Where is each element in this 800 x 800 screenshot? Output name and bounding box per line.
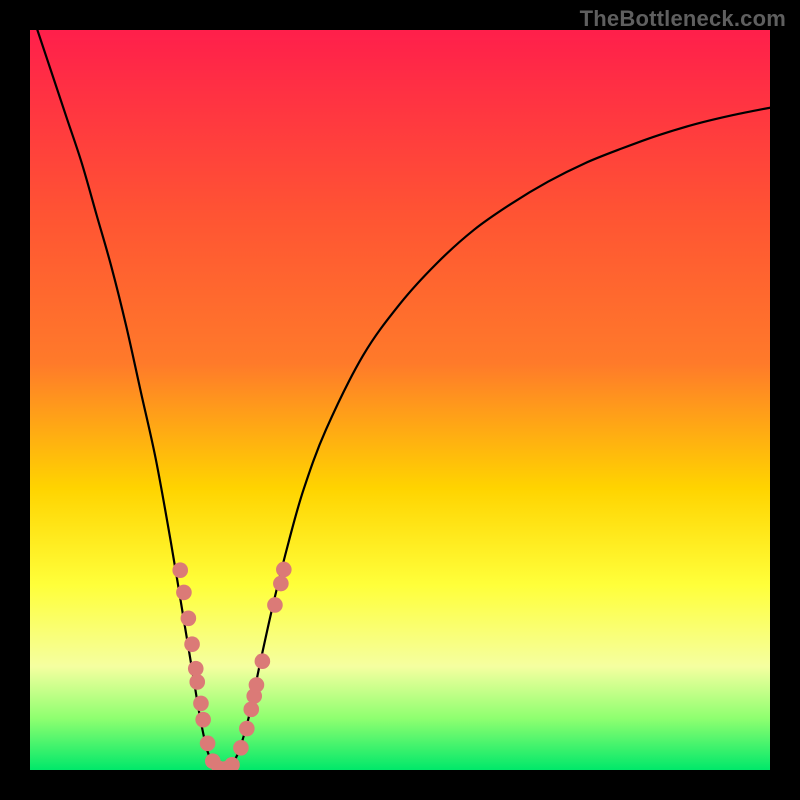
plot-area xyxy=(30,30,770,770)
marker-dot xyxy=(184,636,200,652)
marker-dot xyxy=(249,677,265,693)
marker-dot xyxy=(193,696,209,712)
marker-dot xyxy=(189,674,205,690)
chart-frame: TheBottleneck.com xyxy=(0,0,800,800)
marker-dot xyxy=(233,740,249,756)
gradient-bg xyxy=(30,30,770,770)
bottleneck-chart xyxy=(30,30,770,770)
marker-dot xyxy=(267,597,283,613)
marker-dot xyxy=(188,661,204,677)
marker-dot xyxy=(255,653,271,669)
marker-dot xyxy=(195,712,211,728)
marker-dot xyxy=(176,585,192,601)
marker-dot xyxy=(243,702,259,718)
watermark-text: TheBottleneck.com xyxy=(580,6,786,32)
marker-dot xyxy=(273,576,289,592)
marker-dot xyxy=(239,721,255,737)
marker-dot xyxy=(181,611,197,627)
marker-dot xyxy=(200,736,216,752)
marker-dot xyxy=(172,562,188,578)
marker-dot xyxy=(276,562,292,578)
